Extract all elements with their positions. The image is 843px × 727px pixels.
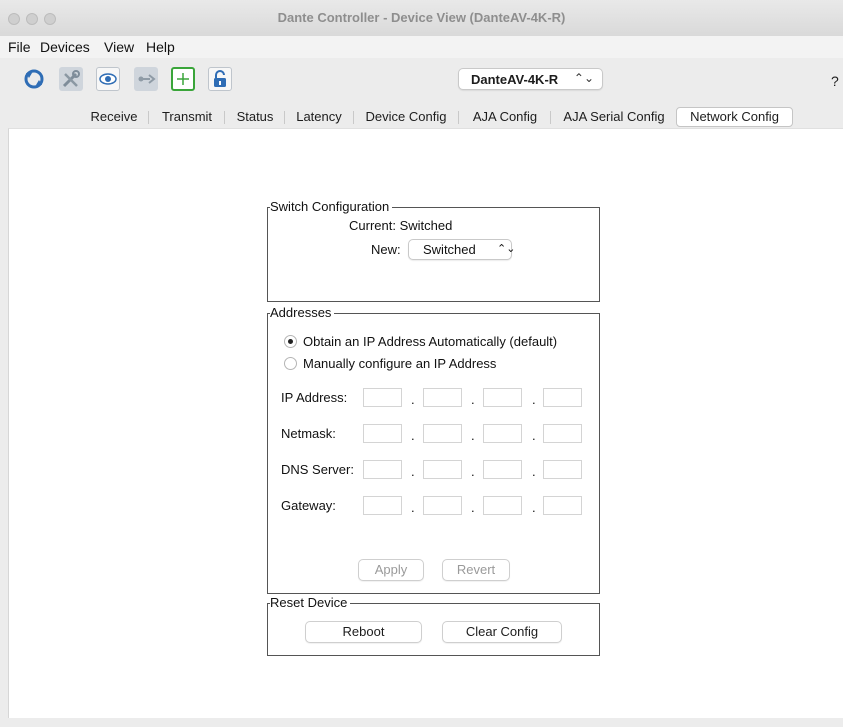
apply-button[interactable]: Apply	[358, 559, 424, 581]
chevron-updown-icon: ⌃⌄	[573, 71, 594, 85]
tab-transmit[interactable]: Transmit	[154, 107, 220, 127]
menu-view[interactable]: View	[104, 39, 134, 55]
octet-separator: .	[411, 464, 415, 479]
menu-devices[interactable]: Devices	[40, 39, 90, 55]
tab-aja-serial-config[interactable]: AJA Serial Config	[556, 107, 672, 127]
dns-server-octet-4[interactable]	[543, 460, 582, 479]
octet-separator: .	[411, 500, 415, 515]
octet-separator: .	[532, 500, 536, 515]
addresses-legend: Addresses	[270, 305, 335, 320]
lock-icon[interactable]	[208, 67, 232, 91]
ip-address-octet-1[interactable]	[363, 388, 402, 407]
tab-device-config[interactable]: Device Config	[358, 107, 454, 127]
octet-separator: .	[471, 500, 475, 515]
dns-server-octet-1[interactable]	[363, 460, 402, 479]
add-panel-icon[interactable]	[171, 67, 195, 91]
help-button[interactable]: ?	[831, 73, 839, 89]
tab-receive[interactable]: Receive	[84, 107, 144, 127]
tab-aja-config[interactable]: AJA Config	[464, 107, 546, 127]
tab-latency[interactable]: Latency	[290, 107, 348, 127]
switch-configuration-legend: Switch Configuration	[270, 199, 393, 214]
tab-status[interactable]: Status	[230, 107, 280, 127]
tab-bar: Receive Transmit Status Latency Device C…	[20, 107, 843, 127]
device-select[interactable]: DanteAV-4K-R ⌃⌄	[458, 68, 603, 90]
radio-manual-ip[interactable]	[284, 357, 297, 370]
reset-device-legend: Reset Device	[270, 595, 351, 610]
ip-address-octet-4[interactable]	[543, 388, 582, 407]
netmask-label: Netmask:	[281, 426, 336, 441]
octet-separator: .	[471, 428, 475, 443]
chevron-updown-icon: ⌃⌄	[497, 243, 516, 255]
dns-server-octet-2[interactable]	[423, 460, 462, 479]
refresh-icon[interactable]	[22, 67, 46, 91]
ip-address-octet-3[interactable]	[483, 388, 522, 407]
revert-button[interactable]: Revert	[442, 559, 510, 581]
gateway-octet-2[interactable]	[423, 496, 462, 515]
tab-separator	[353, 111, 354, 124]
current-switch-mode: Current: Switched	[349, 218, 453, 233]
octet-separator: .	[471, 464, 475, 479]
tab-separator	[224, 111, 225, 124]
tab-separator	[458, 111, 459, 124]
switch-configuration-group: Switch Configuration Current: Switched N…	[267, 199, 600, 302]
octet-separator: .	[532, 428, 536, 443]
toolbar: DanteAV-4K-R ⌃⌄ ?	[0, 58, 843, 104]
netmask-octet-2[interactable]	[423, 424, 462, 443]
reset-device-group: Reset Device Reboot Clear Config	[267, 595, 600, 656]
reboot-button[interactable]: Reboot	[305, 621, 422, 643]
netmask-octet-3[interactable]	[483, 424, 522, 443]
tools-icon[interactable]	[59, 67, 83, 91]
octet-separator: .	[411, 392, 415, 407]
clear-config-button[interactable]: Clear Config	[442, 621, 562, 643]
addresses-group: Addresses Obtain an IP Address Automatic…	[267, 305, 600, 594]
octet-separator: .	[532, 392, 536, 407]
window-title: Dante Controller - Device View (DanteAV-…	[277, 10, 566, 25]
octet-separator: .	[471, 392, 475, 407]
octet-separator: .	[411, 428, 415, 443]
new-mode-label: New:	[371, 242, 401, 257]
tab-separator	[550, 111, 551, 124]
radio-obtain-ip-automatically[interactable]	[284, 335, 297, 348]
network-link-icon[interactable]	[134, 67, 158, 91]
eye-icon[interactable]	[96, 67, 120, 91]
obtain-ip-automatically-label[interactable]: Obtain an IP Address Automatically (defa…	[303, 334, 557, 349]
netmask-octet-4[interactable]	[543, 424, 582, 443]
dns-server-octet-3[interactable]	[483, 460, 522, 479]
ip-address-label: IP Address:	[281, 390, 348, 405]
gateway-octet-4[interactable]	[543, 496, 582, 515]
gateway-octet-1[interactable]	[363, 496, 402, 515]
gateway-octet-3[interactable]	[483, 496, 522, 515]
manual-ip-label[interactable]: Manually configure an IP Address	[303, 356, 496, 371]
tab-separator	[148, 111, 149, 124]
tab-network-config[interactable]: Network Config	[676, 107, 793, 127]
switch-mode-value: Switched	[423, 242, 476, 257]
netmask-octet-1[interactable]	[363, 424, 402, 443]
menu-file[interactable]: File	[8, 39, 31, 55]
tab-separator	[284, 111, 285, 124]
menu-bar: File Devices View Help	[0, 36, 843, 59]
dns-server-label: DNS Server:	[281, 462, 354, 477]
menu-help[interactable]: Help	[146, 39, 175, 55]
ip-address-octet-2[interactable]	[423, 388, 462, 407]
device-select-value: DanteAV-4K-R	[471, 72, 559, 87]
octet-separator: .	[532, 464, 536, 479]
gateway-label: Gateway:	[281, 498, 336, 513]
switch-mode-select[interactable]: Switched ⌃⌄	[408, 239, 516, 260]
network-config-panel: Switch Configuration Current: Switched N…	[8, 128, 843, 718]
title-bar: Dante Controller - Device View (DanteAV-…	[0, 0, 843, 37]
